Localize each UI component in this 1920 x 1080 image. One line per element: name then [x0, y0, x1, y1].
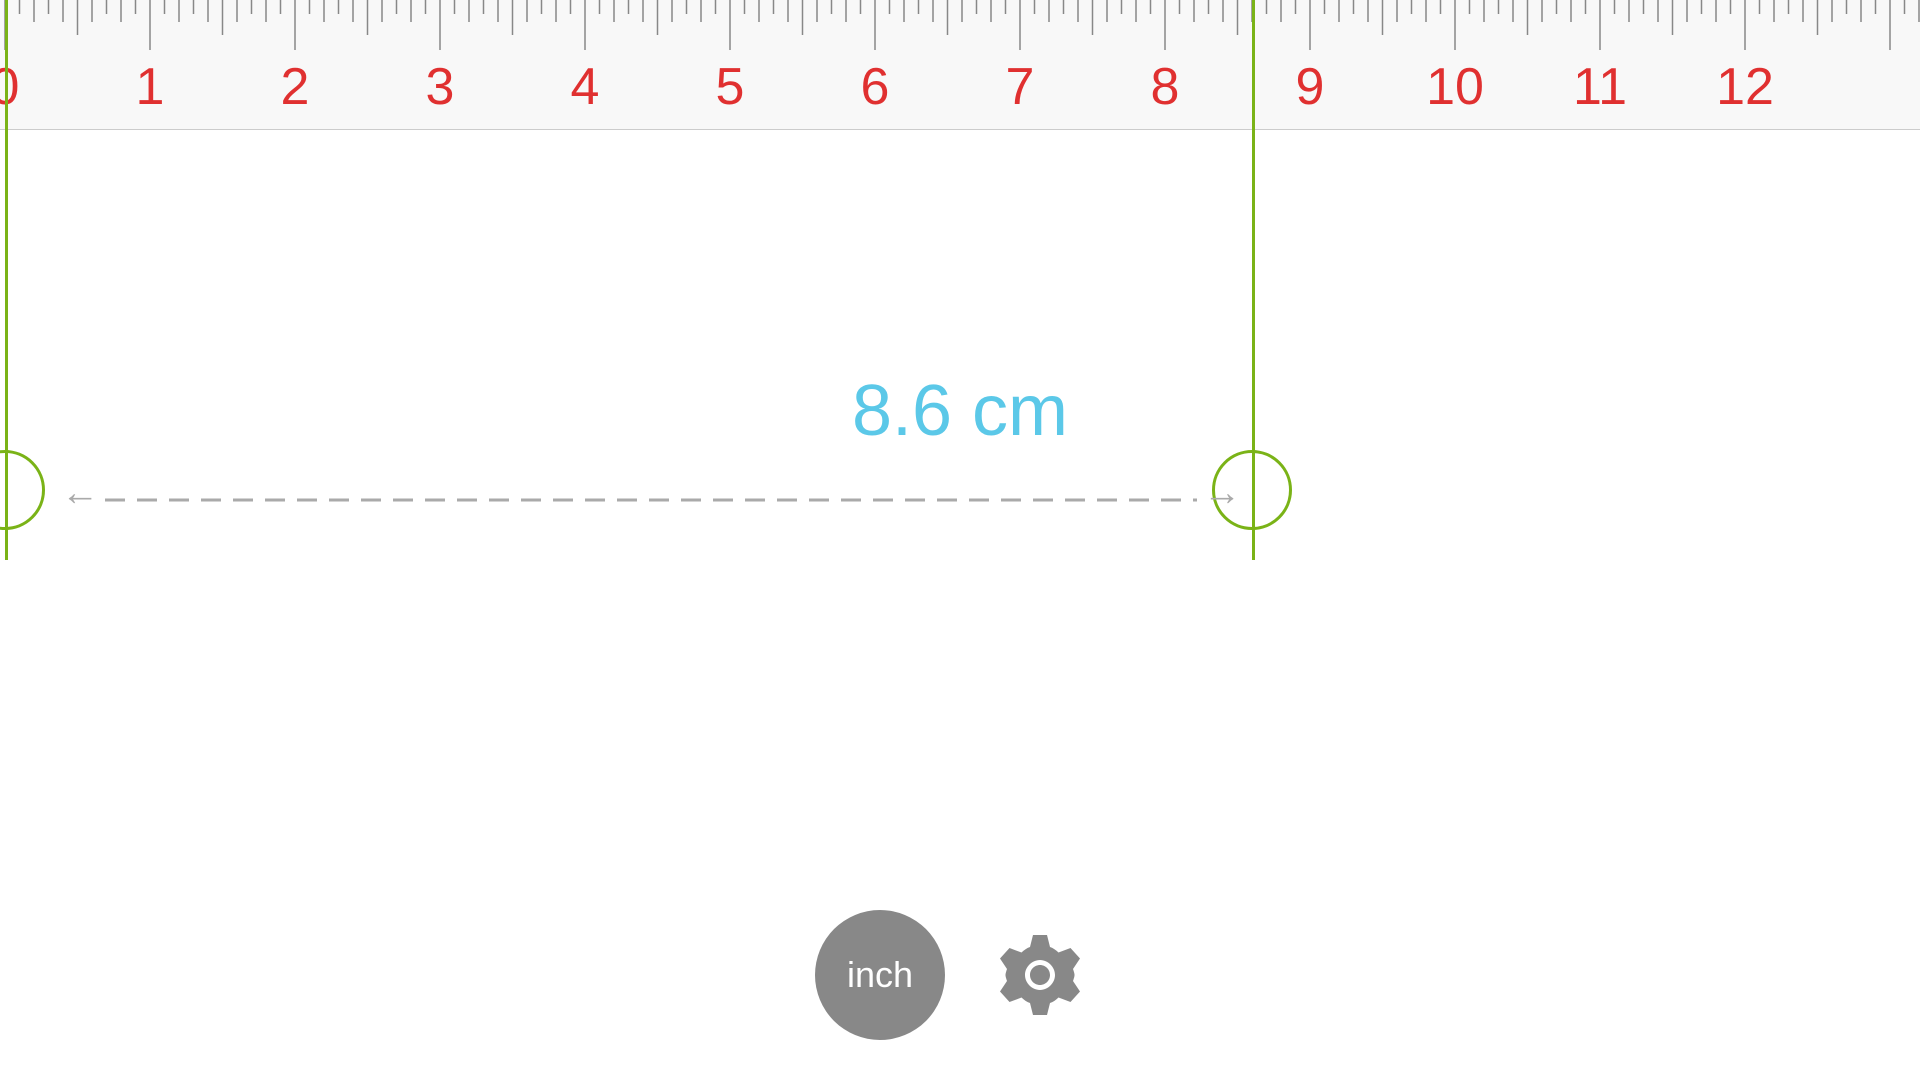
- svg-text:←: ←: [61, 472, 99, 514]
- ruler-number-10: 10: [1426, 57, 1484, 117]
- ruler-number-9: 9: [1296, 57, 1325, 117]
- ruler-number-1: 1: [136, 57, 165, 117]
- svg-text:→: →: [1203, 472, 1241, 514]
- ruler-number-5: 5: [716, 57, 745, 117]
- unit-label: inch: [847, 954, 913, 996]
- unit-toggle-button[interactable]: inch: [815, 910, 945, 1040]
- ruler-number-11: 11: [1573, 57, 1627, 117]
- ruler-number-2: 2: [281, 57, 310, 117]
- settings-button[interactable]: [975, 910, 1105, 1040]
- ruler-number-3: 3: [426, 57, 455, 117]
- ruler-number-0: 0: [0, 57, 19, 117]
- ruler-number-7: 7: [1006, 57, 1035, 117]
- ruler-numbers: 0123456789101112: [0, 52, 1920, 130]
- bottom-controls: inch: [815, 910, 1105, 1040]
- ruler-number-6: 6: [861, 57, 890, 117]
- ruler-number-8: 8: [1151, 57, 1180, 117]
- measurement-line: ← →: [0, 450, 1920, 535]
- ruler-number-4: 4: [571, 57, 600, 117]
- ruler-number-12: 12: [1716, 57, 1774, 117]
- measurement-display: 8.6 cm: [0, 370, 1920, 452]
- gear-icon: [990, 925, 1090, 1025]
